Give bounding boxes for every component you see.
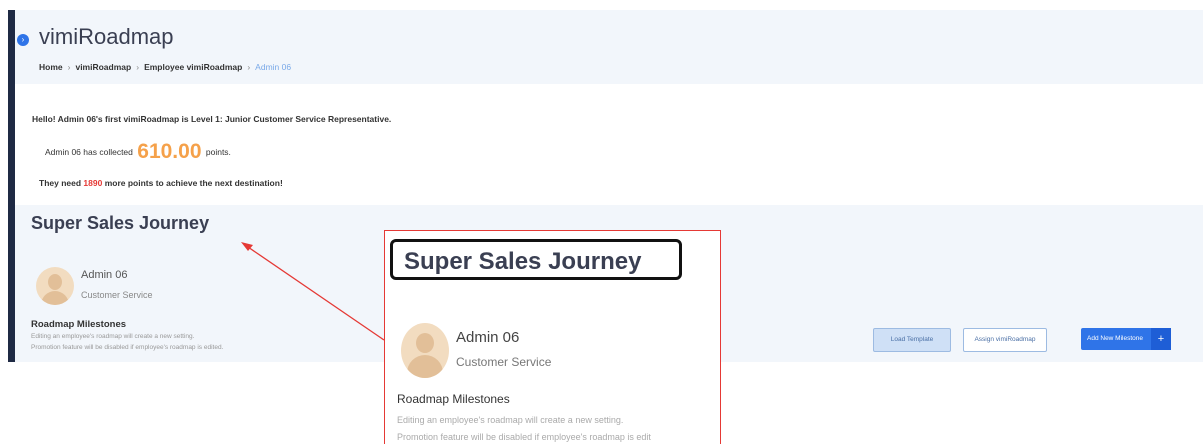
zoom-user-avatar-icon [401, 323, 449, 378]
zoom-milestones-warning: Promotion feature will be disabled if em… [397, 432, 651, 442]
zoom-milestones-description: Editing an employee's roadmap will creat… [397, 415, 624, 425]
zoom-avatar-shoulders [407, 355, 443, 378]
zoom-user-role: Customer Service [456, 355, 552, 369]
zoom-avatar-head [416, 333, 434, 353]
zoom-milestones-title: Roadmap Milestones [397, 392, 510, 406]
zoom-callout: Super Sales Journey Admin 06 Customer Se… [384, 230, 721, 444]
zoom-journey-title: Super Sales Journey [404, 248, 642, 275]
zoom-user-name: Admin 06 [456, 329, 520, 346]
zoom-title-highlight: Super Sales Journey [390, 239, 682, 280]
